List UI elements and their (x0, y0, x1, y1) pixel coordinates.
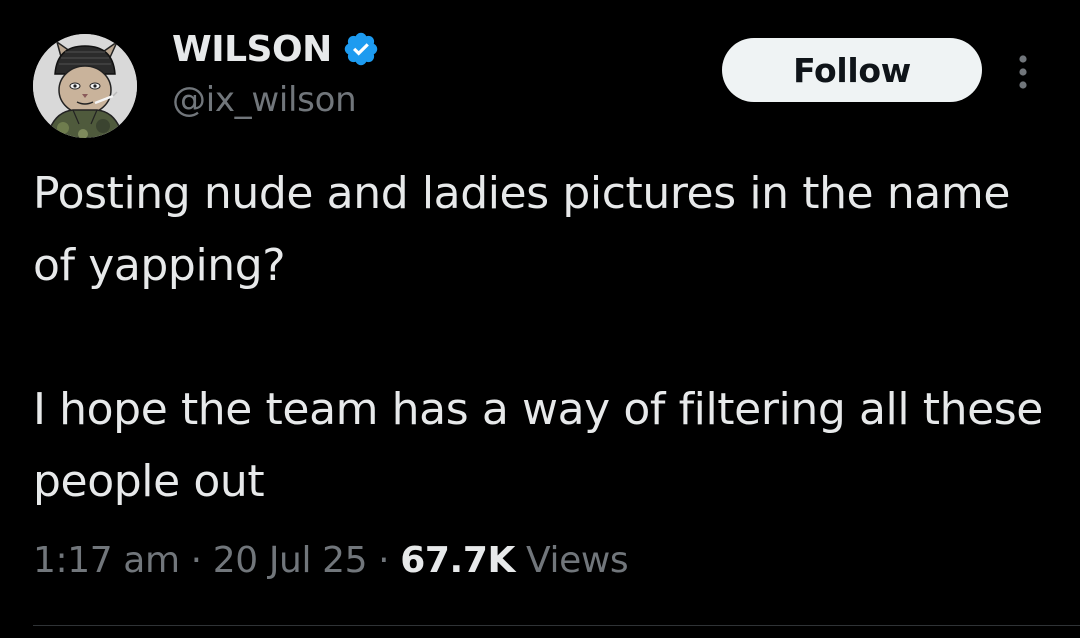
tweet-paragraph: Posting nude and ladies pictures in the … (33, 168, 1010, 291)
author-name-row: WILSON (172, 27, 380, 71)
meta-separator: · (190, 540, 202, 581)
author-display-name[interactable]: WILSON (172, 29, 332, 70)
meta-separator: · (378, 540, 390, 581)
tweet-meta: 1:17 am · 20 Jul 25 · 67.7K Views (33, 540, 629, 581)
tweet-card: WILSON @ix_wilson Follow Posting nude an… (0, 0, 1080, 638)
tweet-paragraph: I hope the team has a way of filtering a… (33, 384, 1043, 507)
more-vertical-icon[interactable] (1008, 52, 1038, 92)
divider (33, 625, 1080, 626)
cat-avatar-icon (33, 34, 137, 138)
views-count[interactable]: 67.7K (400, 540, 515, 581)
tweet-time[interactable]: 1:17 am (33, 540, 180, 581)
follow-button[interactable]: Follow (722, 38, 982, 102)
author-handle[interactable]: @ix_wilson (172, 80, 357, 120)
views-label[interactable]: Views (526, 540, 629, 581)
tweet-text: Posting nude and ladies pictures in the … (33, 158, 1053, 518)
verified-badge-icon[interactable] (342, 30, 380, 68)
tweet-date[interactable]: 20 Jul 25 (213, 540, 368, 581)
avatar[interactable] (33, 34, 137, 138)
